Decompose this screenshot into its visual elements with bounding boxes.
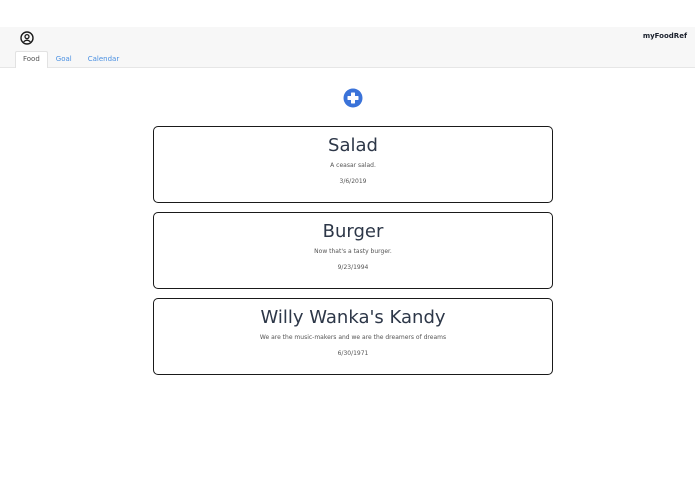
- plus-circle-icon: [343, 88, 363, 108]
- food-description: A ceasar salad.: [330, 162, 376, 169]
- food-description: Now that's a tasty burger.: [314, 248, 392, 255]
- food-date: 9/23/1994: [337, 264, 369, 271]
- food-card[interactable]: Burger Now that's a tasty burger. 9/23/1…: [153, 212, 553, 289]
- tab-food[interactable]: Food: [15, 51, 48, 68]
- user-circle-icon[interactable]: [20, 30, 34, 45]
- add-food-button[interactable]: [343, 88, 363, 108]
- tab-calendar[interactable]: Calendar: [80, 51, 127, 68]
- app-name: myFoodRef: [642, 32, 687, 40]
- food-date: 3/6/2019: [339, 178, 367, 185]
- food-title: Willy Wanka's Kandy: [260, 307, 446, 328]
- food-title: Burger: [322, 221, 384, 242]
- food-card[interactable]: Salad A ceasar salad. 3/6/2019: [153, 126, 553, 203]
- tab-goal[interactable]: Goal: [48, 51, 80, 68]
- tab-bar: Food Goal Calendar: [15, 51, 127, 68]
- food-description: We are the music-makers and we are the d…: [259, 334, 447, 341]
- food-date: 6/30/1971: [337, 350, 369, 357]
- food-card[interactable]: Willy Wanka's Kandy We are the music-mak…: [153, 298, 553, 375]
- food-title: Salad: [328, 135, 378, 156]
- top-navbar: myFoodRef Food Goal Calendar: [0, 27, 695, 68]
